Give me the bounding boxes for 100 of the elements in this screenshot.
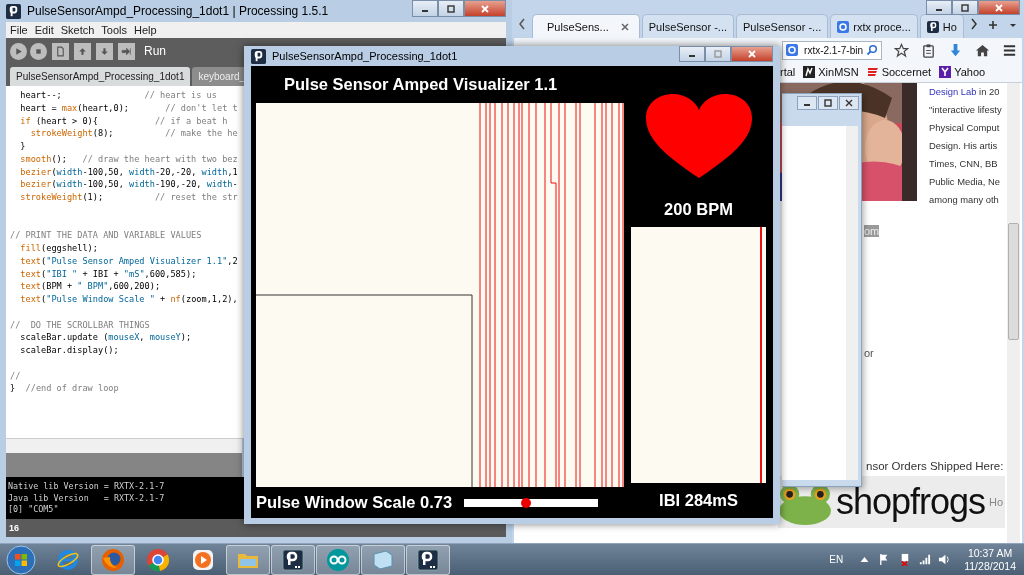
language-indicator[interactable]: EN — [829, 554, 844, 565]
selected-text: om — [864, 225, 880, 237]
document-icon — [55, 45, 66, 57]
console-line: [0] "COM5" — [8, 504, 59, 514]
home-icon[interactable] — [975, 42, 990, 58]
bookmark[interactable]: rtal — [780, 66, 796, 78]
clock-time[interactable]: 10:37 AM — [967, 546, 1013, 560]
search-icon — [866, 44, 878, 56]
bpm-reading: 200 BPM — [664, 200, 733, 219]
browser-tab[interactable]: Ho — [919, 14, 964, 38]
browser-tab[interactable]: PulseSens... — [532, 14, 640, 38]
close-button[interactable] — [839, 96, 859, 110]
code-line: bezier(width-100,50, width-190,-20, width- — [19, 178, 239, 191]
link[interactable]: Design Lab — [929, 86, 977, 97]
arrow-right-icon — [121, 45, 132, 57]
slider-thumb[interactable] — [520, 497, 531, 508]
chevron-right-icon[interactable] — [969, 18, 978, 30]
stop-button[interactable] — [30, 42, 47, 60]
bio-text: Design Lab in 20 — [929, 85, 1001, 99]
save-button[interactable] — [96, 42, 113, 60]
taskbar-button[interactable] — [271, 544, 315, 575]
bookmark[interactable]: Soccernet — [866, 66, 932, 78]
sketch-heading: Pulse Sensor Amped Visualizer 1.1 — [284, 75, 558, 94]
close-icon — [747, 50, 757, 58]
code-line: text("Pulse Sensor Amped Visualizer 1.1",2 — [19, 254, 239, 268]
editor-tab[interactable]: PulseSensorAmpd_Processing_1dot1 — [10, 67, 191, 86]
code-line: } //end of draw loop — [9, 382, 120, 395]
export-button[interactable] — [118, 42, 135, 60]
vertical-scrollbar[interactable] — [846, 126, 858, 480]
code-line: scaleBar.update (mouseX, mouseY); — [19, 331, 193, 344]
scrollbar-thumb[interactable] — [1008, 223, 1019, 340]
menu-item[interactable]: File — [10, 24, 28, 36]
speaker-icon[interactable] — [938, 553, 952, 566]
bookmark[interactable]: XinMSN — [803, 66, 859, 78]
browser-tab[interactable]: PulseSensor -... — [641, 14, 735, 38]
menu-item[interactable]: Tools — [101, 24, 128, 36]
minimize-button[interactable] — [679, 46, 705, 62]
horizontal-scrollbar[interactable] — [6, 438, 242, 453]
menu-item[interactable]: Edit — [34, 24, 54, 36]
browser-tab[interactable]: rxtx proce... — [830, 14, 918, 38]
code-line: // DO THE SCROLLBAR THINGS — [9, 318, 151, 332]
vertical-scrollbar[interactable] — [1007, 83, 1020, 543]
code-line: // PRINT THE DATA AND VARIABLE VALUES — [9, 229, 203, 242]
window-title: PulseSensorAmpd_Processing_1dot1 — [272, 50, 458, 62]
processing-icon — [6, 3, 21, 19]
browser-e-icon — [56, 547, 80, 572]
close-icon[interactable] — [620, 22, 629, 31]
open-button[interactable] — [74, 42, 91, 60]
arrow-up-icon — [77, 45, 88, 57]
processing-icon — [251, 48, 266, 64]
code-line: heart--; // heart is us — [19, 89, 218, 102]
bio-text: Times, CNN, BB — [929, 157, 999, 171]
code-line: bezier(width-100,50, width-20,-20, width,1 — [19, 165, 239, 179]
menu-item[interactable]: Help — [134, 24, 157, 36]
minimize-button[interactable] — [412, 0, 438, 17]
close-icon — [480, 4, 490, 13]
close-icon — [994, 3, 1004, 12]
minimize-button[interactable] — [926, 0, 952, 15]
code-line: strokeWeight(8); // make the he — [29, 127, 239, 140]
console-line: Native lib Version = RXTX-2.1-7 — [8, 481, 165, 491]
scale-label: Pulse Window Scale 0.73 — [256, 493, 453, 512]
bookmark[interactable]: Yahoo — [939, 66, 986, 78]
new-tab-icon[interactable] — [987, 20, 998, 30]
code-line: smooth(); // draw the heart with two bez — [19, 152, 239, 166]
maximize-button[interactable] — [438, 0, 464, 17]
maximize-icon — [823, 99, 833, 107]
line-number: 16 — [9, 523, 19, 533]
clipboard-icon[interactable] — [921, 42, 936, 58]
run-button[interactable] — [10, 42, 27, 60]
clock-date[interactable]: 11/28/2014 — [964, 559, 1016, 573]
menu-item[interactable]: Sketch — [60, 24, 95, 36]
browser-tab[interactable]: PulseSensor -... — [736, 14, 829, 38]
bio-text: Design. His artis — [929, 139, 999, 153]
banner-text: Ho — [989, 496, 1005, 508]
maximize-button[interactable] — [818, 96, 838, 110]
processing-icon — [416, 547, 440, 572]
star-icon[interactable] — [894, 42, 909, 58]
scale-slider[interactable] — [464, 498, 599, 507]
start-button[interactable] — [6, 544, 36, 575]
close-icon — [844, 99, 854, 107]
minimize-button[interactable] — [797, 96, 817, 110]
code-line: if (heart > 0){ // if a beat h — [19, 114, 229, 128]
code-line: text("Pulse Window Scale " + nf(zoom,1,2), — [19, 293, 239, 306]
media-player-icon — [191, 547, 215, 572]
infinity-icon — [326, 547, 350, 572]
code-line: // — [9, 369, 22, 383]
menu-icon[interactable] — [1002, 42, 1017, 58]
chrome-icon — [146, 547, 170, 572]
search-field[interactable]: rxtx-2.1-7-bin — [782, 40, 882, 60]
code-line: fill(eggshell); — [19, 242, 99, 255]
signal-icon[interactable] — [918, 553, 932, 566]
chevron-left-icon[interactable] — [518, 18, 526, 30]
bio-text: Physical Comput — [929, 121, 1001, 135]
processing-icon — [281, 547, 305, 572]
maximize-icon — [960, 3, 970, 12]
code-line: heart = max(heart,0); // don't let t — [19, 101, 239, 115]
new-button[interactable] — [52, 42, 69, 60]
taskbar-button[interactable] — [406, 544, 450, 575]
bio-text: Public Media, Ne — [929, 175, 1001, 189]
maximize-button[interactable] — [952, 0, 978, 15]
